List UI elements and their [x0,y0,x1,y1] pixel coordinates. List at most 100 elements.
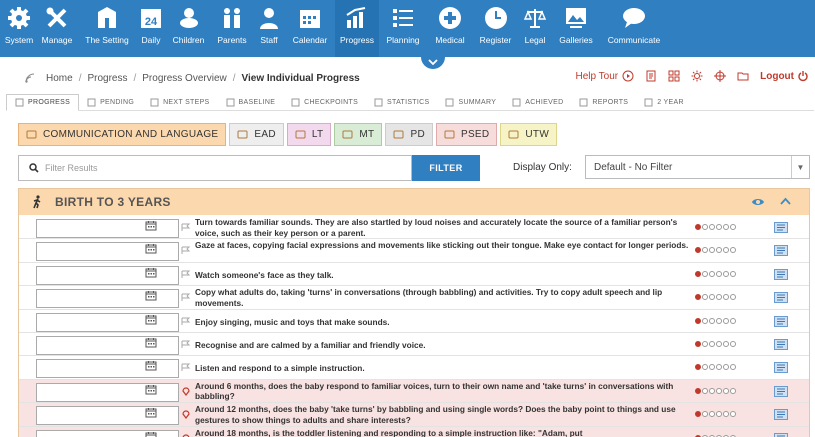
calendar-icon[interactable] [145,431,157,437]
level-dot[interactable] [716,224,722,230]
chevron-up-icon[interactable] [780,197,791,207]
level-dot[interactable] [695,294,701,301]
level-dot[interactable] [730,247,736,254]
level-dot[interactable] [716,247,722,254]
tab-pending[interactable]: PENDING [79,94,142,111]
filter-input[interactable]: Filter Results [18,155,412,181]
level-dot[interactable] [695,411,701,418]
date-input[interactable] [36,335,179,355]
breadcrumb-link[interactable]: Home [46,73,73,84]
notes-icon[interactable] [774,268,788,280]
level-dot[interactable] [709,224,715,230]
level-dot[interactable] [695,340,701,347]
date-input[interactable] [36,359,179,379]
level-dot[interactable] [702,364,708,371]
date-input[interactable] [36,382,179,402]
area-tab-mt[interactable]: MT [334,123,383,146]
nav-item-planning[interactable]: Planning [379,0,427,57]
date-input[interactable] [36,242,179,262]
area-tab-pd[interactable]: PD [385,123,433,146]
nav-item-manage[interactable]: Manage [36,0,78,57]
nav-item-register[interactable]: Register [473,0,518,57]
level-dot[interactable] [716,294,722,301]
notes-icon[interactable] [774,432,788,437]
level-dot[interactable] [709,270,715,277]
level-dot[interactable] [723,340,729,347]
date-input[interactable] [36,406,179,426]
notes-icon[interactable] [774,292,788,304]
level-dot[interactable] [730,294,736,301]
level-dot[interactable] [695,317,701,324]
level-dot[interactable] [695,387,701,394]
tab-progress[interactable]: PROGRESS [6,94,80,111]
nav-item-system[interactable]: System [2,0,36,57]
level-dot[interactable] [716,317,722,324]
level-dot[interactable] [723,294,729,301]
nav-item-galleries[interactable]: Galleries [552,0,600,57]
calendar-icon[interactable] [145,220,157,231]
level-dot[interactable] [695,224,701,230]
notes-icon[interactable] [774,245,788,257]
level-dot[interactable] [709,294,715,301]
level-dot[interactable] [702,411,708,418]
notes-icon[interactable] [774,385,788,397]
nav-item-daily[interactable]: 24 Daily [136,0,166,57]
nav-item-the-setting[interactable]: The Setting [78,0,136,57]
folder-icon[interactable] [737,70,749,82]
calendar-icon[interactable] [145,314,157,325]
level-dot[interactable] [730,224,736,230]
tab-summary[interactable]: SUMMARY [437,94,504,111]
level-dot[interactable] [723,317,729,324]
level-dot[interactable] [730,364,736,371]
date-input[interactable] [36,312,179,332]
level-dot[interactable] [723,270,729,277]
calendar-icon[interactable] [145,290,157,301]
area-tab-lt[interactable]: LT [286,123,332,146]
level-dot[interactable] [702,270,708,277]
display-only-select[interactable]: Default - No Filter ▼ [585,155,810,179]
logout-button[interactable]: Logout [760,70,809,82]
level-dot[interactable] [723,411,729,418]
crosshair-icon[interactable] [714,70,727,82]
level-dot[interactable] [716,270,722,277]
tab-baseline[interactable]: BASELINE [218,94,284,111]
level-dot[interactable] [709,387,715,394]
date-input[interactable] [36,219,179,238]
document-icon[interactable] [645,70,657,82]
nav-item-calendar[interactable]: Calendar [285,0,335,57]
notes-icon[interactable] [774,315,788,327]
filter-button[interactable]: FILTER [412,155,480,181]
tab-next-steps[interactable]: NEXT STEPS [142,94,217,111]
tab-2-year[interactable]: 2 YEAR [636,94,692,111]
tab-achieved[interactable]: ACHIEVED [504,94,571,111]
nav-item-communicate[interactable]: Communicate [600,0,668,57]
calendar-icon[interactable] [145,267,157,278]
level-dot[interactable] [716,387,722,394]
help-tour-button[interactable]: Help Tour [576,70,635,82]
level-dot[interactable] [723,364,729,371]
notes-icon[interactable] [774,409,788,421]
area-tab-ead[interactable]: EAD [229,123,284,146]
sitemap-icon[interactable] [668,70,680,82]
notes-icon[interactable] [774,362,788,374]
area-tab-communication-and-language[interactable]: COMMUNICATION AND LANGUAGE [18,123,227,146]
breadcrumb-link[interactable]: Progress Overview [142,73,226,84]
calendar-icon[interactable] [145,337,157,348]
calendar-icon[interactable] [145,384,157,395]
date-input[interactable] [36,429,179,437]
notes-icon[interactable] [774,222,788,233]
section-header[interactable]: BIRTH TO 3 YEARS [19,189,809,215]
breadcrumb-link[interactable]: Progress [87,73,127,84]
level-dot[interactable] [702,340,708,347]
nav-item-staff[interactable]: Staff [253,0,285,57]
level-dot[interactable] [730,340,736,347]
level-dot[interactable] [730,387,736,394]
level-dot[interactable] [702,224,708,230]
notes-icon[interactable] [774,338,788,350]
eye-icon[interactable] [751,196,765,208]
tab-reports[interactable]: REPORTS [571,94,636,111]
level-dot[interactable] [709,340,715,347]
level-dot[interactable] [709,364,715,371]
tab-checkpoints[interactable]: CHECKPOINTS [283,94,366,111]
calendar-icon[interactable] [145,407,157,418]
